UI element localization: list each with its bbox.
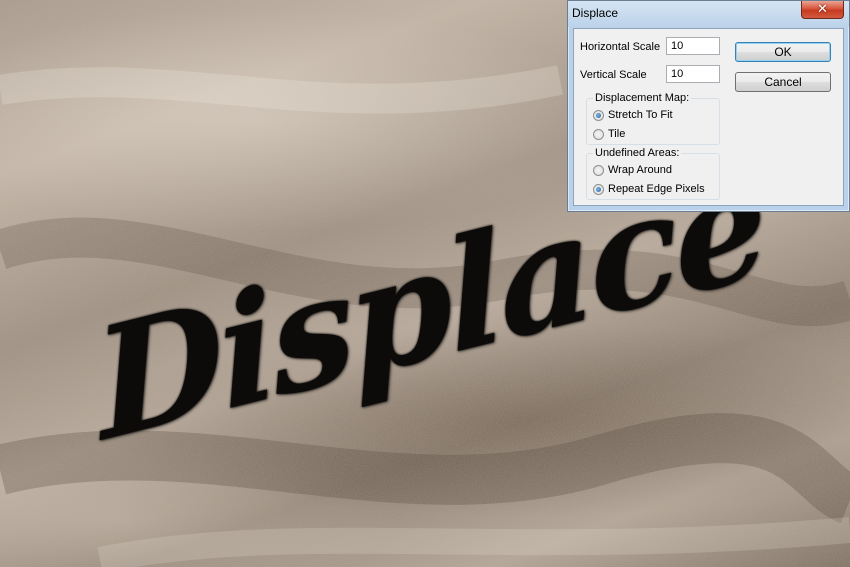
displace-dialog: Displace ✕ Horizontal Scale 10 Vertical … xyxy=(567,0,850,212)
radio-label-stretch-to-fit: Stretch To Fit xyxy=(608,109,673,121)
undefined-areas-title: Undefined Areas: xyxy=(593,147,682,159)
close-icon: ✕ xyxy=(817,1,828,16)
radio-tile[interactable]: Tile xyxy=(593,128,713,142)
displacement-map-title: Displacement Map: xyxy=(593,92,692,104)
dialog-title: Displace xyxy=(572,6,619,20)
dialog-client-area: Horizontal Scale 10 Vertical Scale 10 OK… xyxy=(573,28,844,206)
dialog-titlebar[interactable]: Displace ✕ xyxy=(568,1,849,27)
undefined-areas-group: Undefined Areas: Wrap Around Repeat Edge… xyxy=(586,147,720,200)
radio-selected-icon xyxy=(593,184,604,195)
cancel-button[interactable]: Cancel xyxy=(735,72,831,92)
radio-wrap-around[interactable]: Wrap Around xyxy=(593,164,713,178)
radio-unselected-icon xyxy=(593,129,604,140)
radio-repeat-edge-pixels[interactable]: Repeat Edge Pixels xyxy=(593,183,718,197)
displacement-map-group: Displacement Map: Stretch To Fit Tile xyxy=(586,92,720,145)
vertical-scale-label: Vertical Scale xyxy=(580,69,647,81)
horizontal-scale-input[interactable]: 10 xyxy=(666,37,720,55)
vertical-scale-input[interactable]: 10 xyxy=(666,65,720,83)
radio-unselected-icon xyxy=(593,165,604,176)
radio-stretch-to-fit[interactable]: Stretch To Fit xyxy=(593,109,713,123)
close-button[interactable]: ✕ xyxy=(801,1,844,19)
ok-button[interactable]: OK xyxy=(735,42,831,62)
horizontal-scale-label: Horizontal Scale xyxy=(580,41,661,53)
radio-selected-icon xyxy=(593,110,604,121)
radio-label-repeat-edge-pixels: Repeat Edge Pixels xyxy=(608,183,705,195)
radio-label-tile: Tile xyxy=(608,128,626,140)
radio-label-wrap-around: Wrap Around xyxy=(608,164,673,176)
